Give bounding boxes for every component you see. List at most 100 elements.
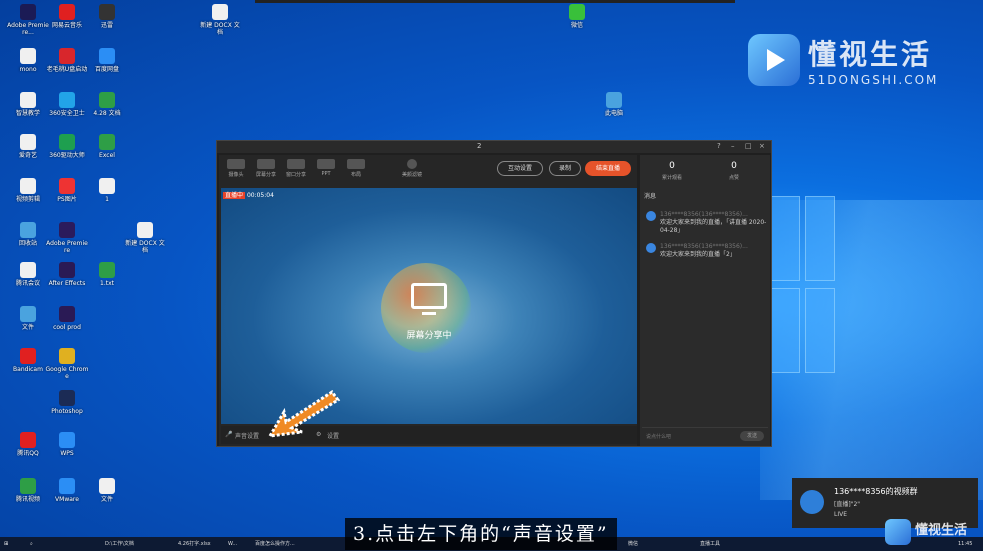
desktop-icon[interactable]: 迅雷 <box>85 4 129 29</box>
tool-label: 美颜滤镜 <box>401 172 422 178</box>
desktop-icon-label: Bandicam <box>13 366 43 373</box>
desktop-icon-label: 新建 DOCX 文档 <box>125 240 165 254</box>
desktop-icon[interactable]: 文件 <box>85 478 129 503</box>
desktop-icon[interactable]: 回收站 <box>6 222 50 247</box>
desktop-icon[interactable]: 视频剪辑 <box>6 178 50 203</box>
desktop-icon-label: 网易云音乐 <box>51 22 82 29</box>
desktop-icon[interactable]: WPS <box>45 432 89 457</box>
desktop-icon[interactable]: 360安全卫士 <box>45 92 89 117</box>
desktop-icon-label: 智慧教学 <box>15 110 40 117</box>
app-icon <box>20 262 36 278</box>
desktop-icon[interactable]: mono <box>6 48 50 73</box>
desktop-icon[interactable]: 此电脑 <box>592 92 636 117</box>
desktop-icon-label: 视频剪辑 <box>15 196 40 203</box>
desktop-icon[interactable]: After Effects <box>45 262 89 287</box>
desktop-icon[interactable]: Photoshop <box>45 390 89 415</box>
desktop-icon[interactable]: 腾讯QQ <box>6 432 50 457</box>
app-icon <box>59 178 75 194</box>
taskbar-item[interactable]: D:\工作\文档 <box>105 539 165 550</box>
app-icon <box>20 48 36 64</box>
win-logo-pane <box>770 288 800 373</box>
desktop-icon[interactable]: Adobe Premiere... <box>6 4 50 36</box>
interact-settings-button[interactable]: 互动设置 <box>497 161 543 176</box>
desktop-icon[interactable]: 微信 <box>555 4 599 29</box>
tool-layout[interactable]: 布局 <box>343 159 369 178</box>
help-icon[interactable]: ? <box>717 142 721 150</box>
app-icon <box>59 4 75 20</box>
desktop-icon-label: 360安全卫士 <box>49 110 85 117</box>
desktop-icon[interactable]: 腾讯视频 <box>6 478 50 503</box>
desktop-icon[interactable]: cool prod <box>45 306 89 331</box>
notification-title: 136****8356的视频群 <box>834 487 918 496</box>
tool-camera[interactable]: 摄像头 <box>223 159 249 178</box>
desktop-icon[interactable]: 1.txt <box>85 262 129 287</box>
start-icon[interactable]: ⊞ <box>4 539 14 550</box>
tool-window-share[interactable]: 窗口分享 <box>283 159 309 178</box>
minimize-icon[interactable]: – <box>731 142 735 150</box>
desktop-icon[interactable]: 4.28 文档 <box>85 92 129 117</box>
app-icon <box>20 134 36 150</box>
chat-input[interactable]: 说点什么吧 发送 <box>642 427 768 443</box>
layout-icon <box>347 159 365 169</box>
taskbar-item[interactable]: 直播工具 <box>700 539 740 550</box>
tool-beauty[interactable]: 美颜滤镜 <box>399 159 425 178</box>
app-icon <box>20 222 36 238</box>
desktop-icon-label: Excel <box>99 152 115 159</box>
tool-ppt[interactable]: PPT <box>313 159 339 177</box>
desktop-icon[interactable]: Adobe Premiere <box>45 222 89 254</box>
desktop-icon[interactable]: Google Chrome <box>45 348 89 380</box>
avatar <box>646 243 656 253</box>
desktop-icon[interactable]: 爱奇艺 <box>6 134 50 159</box>
desktop-icon[interactable]: 360驱动大师 <box>45 134 89 159</box>
app-icon <box>99 134 115 150</box>
send-button[interactable]: 发送 <box>740 431 764 441</box>
desktop-icon[interactable]: 智慧教学 <box>6 92 50 117</box>
comments-header: 消息 <box>644 193 657 200</box>
app-icon <box>20 348 36 364</box>
desktop-icon[interactable]: 新建 DOCX 文档 <box>123 222 167 254</box>
close-icon[interactable]: × <box>759 142 765 150</box>
desktop-icon[interactable]: 新建 DOCX 文档 <box>198 4 242 36</box>
desktop-icon-label: 回收站 <box>18 240 37 247</box>
mic-icon[interactable]: 🎤 <box>225 431 232 438</box>
live-time: 00:05:04 <box>246 192 274 199</box>
app-icon <box>59 306 75 322</box>
watermark-logo-icon <box>748 34 800 86</box>
desktop-icon[interactable]: 文件 <box>6 306 50 331</box>
app-icon <box>99 92 115 108</box>
tool-screen-share[interactable]: 屏幕分享 <box>253 159 279 178</box>
chat-placeholder: 说点什么吧 <box>646 434 672 440</box>
live-badge: 直播中 <box>223 192 246 199</box>
desktop-icon-label: Google Chrome <box>45 366 89 380</box>
desktop-icon[interactable]: VMware <box>45 478 89 503</box>
taskbar-item[interactable]: 百度怎么操作方... <box>255 539 320 550</box>
watermark-subtitle: 51DONGSHI.COM <box>808 73 939 87</box>
desktop-icon-label: 爱奇艺 <box>18 152 37 159</box>
search-icon[interactable]: ⌕ <box>30 539 40 550</box>
app-icon <box>59 222 75 238</box>
stat-value: 0 <box>731 161 737 171</box>
app-icon <box>59 348 75 364</box>
taskbar-item[interactable]: 4.26打字.xlsx <box>178 539 223 550</box>
taskbar-item[interactable]: W... <box>228 539 248 550</box>
desktop-icon[interactable]: 老毛桃U盘启动 <box>45 48 89 73</box>
comment-name: 136****8356(136****8356)... <box>660 243 748 250</box>
record-button[interactable]: 录制 <box>549 161 581 176</box>
desktop-icon-label: WPS <box>60 450 74 457</box>
desktop-icon[interactable]: Bandicam <box>6 348 50 373</box>
desktop-icon-label: 腾讯QQ <box>17 450 39 457</box>
end-live-button[interactable]: 结束直播 <box>585 161 631 176</box>
app-icon <box>99 262 115 278</box>
desktop-icon[interactable]: 网易云音乐 <box>45 4 89 29</box>
taskbar-item[interactable]: 微信 <box>628 539 658 550</box>
desktop-icon[interactable]: Excel <box>85 134 129 159</box>
desktop-icon-label: 新建 DOCX 文档 <box>200 22 240 36</box>
desktop-icon[interactable]: 腾讯会议 <box>6 262 50 287</box>
maximize-icon[interactable]: □ <box>745 142 752 150</box>
desktop-icon[interactable]: 1 <box>85 178 129 203</box>
app-icon <box>59 390 75 406</box>
desktop-icon[interactable]: PS图片 <box>45 178 89 203</box>
desktop-icon[interactable]: 百度网盘 <box>85 48 129 73</box>
sound-settings-button[interactable]: 声音设置 <box>235 431 259 440</box>
tutorial-subtitle: 3.点击左下角的“声音设置” <box>345 518 617 550</box>
